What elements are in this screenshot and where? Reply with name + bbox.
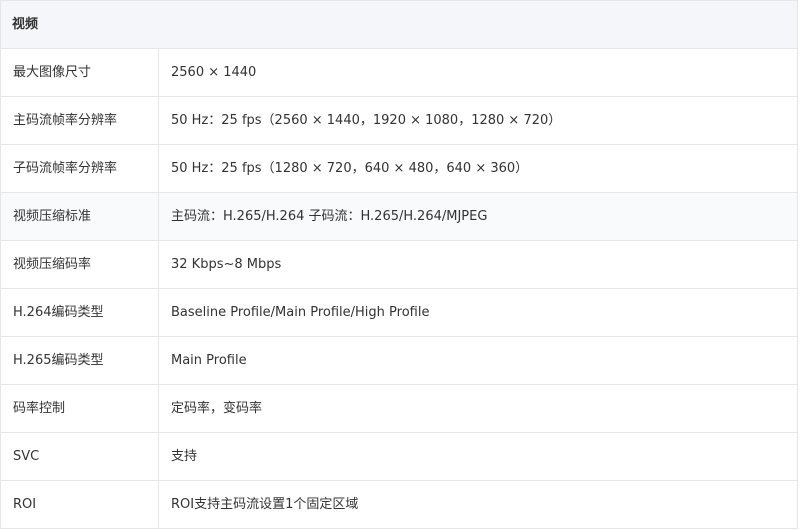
table-row: 最大图像尺寸 2560 × 1440 bbox=[0, 48, 798, 97]
spec-value: 2560 × 1440 bbox=[158, 48, 798, 97]
spec-label: SVC bbox=[0, 432, 159, 481]
video-spec-table: 视频 最大图像尺寸 2560 × 1440 主码流帧率分辨率 50 Hz：25 … bbox=[0, 0, 798, 529]
section-header-row: 视频 bbox=[0, 0, 798, 49]
spec-value: Baseline Profile/Main Profile/High Profi… bbox=[158, 288, 798, 337]
table-row: 码率控制 定码率，变码率 bbox=[0, 384, 798, 433]
spec-label: H.265编码类型 bbox=[0, 336, 159, 385]
table-row: 视频压缩标准 主码流：H.265/H.264 子码流：H.265/H.264/M… bbox=[0, 192, 798, 241]
spec-label: 子码流帧率分辨率 bbox=[0, 144, 159, 193]
table-row: 子码流帧率分辨率 50 Hz：25 fps（1280 × 720，640 × 4… bbox=[0, 144, 798, 193]
spec-label: 视频压缩标准 bbox=[0, 192, 159, 241]
spec-label: H.264编码类型 bbox=[0, 288, 159, 337]
spec-value: Main Profile bbox=[158, 336, 798, 385]
spec-label: 主码流帧率分辨率 bbox=[0, 96, 159, 145]
spec-label: 码率控制 bbox=[0, 384, 159, 433]
section-title: 视频 bbox=[0, 0, 798, 49]
table-row: SVC 支持 bbox=[0, 432, 798, 481]
table-row: 主码流帧率分辨率 50 Hz：25 fps（2560 × 1440，1920 ×… bbox=[0, 96, 798, 145]
spec-value: 主码流：H.265/H.264 子码流：H.265/H.264/MJPEG bbox=[158, 192, 798, 241]
spec-label: 视频压缩码率 bbox=[0, 240, 159, 289]
spec-value: 32 Kbps~8 Mbps bbox=[158, 240, 798, 289]
table-row: 视频压缩码率 32 Kbps~8 Mbps bbox=[0, 240, 798, 289]
spec-value: ROI支持主码流设置1个固定区域 bbox=[158, 480, 798, 529]
spec-label: 最大图像尺寸 bbox=[0, 48, 159, 97]
spec-value: 50 Hz：25 fps（1280 × 720，640 × 480，640 × … bbox=[158, 144, 798, 193]
spec-value: 支持 bbox=[158, 432, 798, 481]
table-row: ROI ROI支持主码流设置1个固定区域 bbox=[0, 480, 798, 529]
spec-label: ROI bbox=[0, 480, 159, 529]
table-row: H.265编码类型 Main Profile bbox=[0, 336, 798, 385]
spec-value: 定码率，变码率 bbox=[158, 384, 798, 433]
spec-value: 50 Hz：25 fps（2560 × 1440，1920 × 1080，128… bbox=[158, 96, 798, 145]
table-row: H.264编码类型 Baseline Profile/Main Profile/… bbox=[0, 288, 798, 337]
